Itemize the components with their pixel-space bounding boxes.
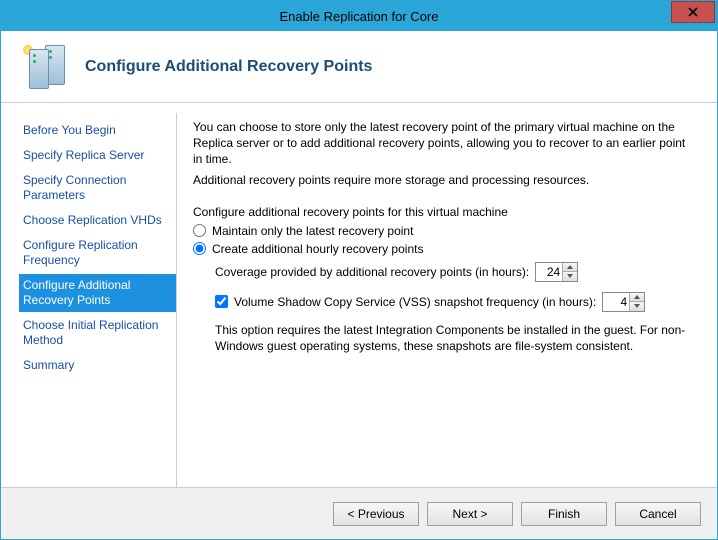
header-icon xyxy=(19,41,71,93)
subhead-text: Configure additional recovery points for… xyxy=(193,204,697,220)
window-title: Enable Replication for Core xyxy=(1,9,717,24)
radio-maintain-latest-input[interactable] xyxy=(193,224,206,237)
step-summary[interactable]: Summary xyxy=(19,354,176,377)
intro-text-1: You can choose to store only the latest … xyxy=(193,119,697,168)
radio-create-additional[interactable]: Create additional hourly recovery points xyxy=(193,242,697,256)
radio-maintain-latest[interactable]: Maintain only the latest recovery point xyxy=(193,224,697,238)
step-specify-replica-server[interactable]: Specify Replica Server xyxy=(19,144,176,167)
cancel-button[interactable]: Cancel xyxy=(615,502,701,526)
titlebar: Enable Replication for Core xyxy=(1,1,717,31)
radio-maintain-latest-label: Maintain only the latest recovery point xyxy=(212,224,413,238)
additional-options-group: Coverage provided by additional recovery… xyxy=(193,262,697,354)
wizard-footer: < Previous Next > Finish Cancel xyxy=(1,487,717,539)
coverage-input[interactable] xyxy=(536,263,562,281)
chevron-down-icon xyxy=(567,274,573,278)
wizard-header: Configure Additional Recovery Points xyxy=(1,31,717,103)
step-before-you-begin[interactable]: Before You Begin xyxy=(19,119,176,142)
step-configure-additional-recovery-points[interactable]: Configure Additional Recovery Points xyxy=(19,274,176,312)
chevron-up-icon xyxy=(634,295,640,299)
close-icon xyxy=(688,7,698,17)
vss-checkbox[interactable] xyxy=(215,295,228,308)
finish-button[interactable]: Finish xyxy=(521,502,607,526)
radio-create-additional-input[interactable] xyxy=(193,242,206,255)
vss-spin-up[interactable] xyxy=(630,293,644,302)
coverage-row: Coverage provided by additional recovery… xyxy=(215,262,697,282)
vss-input[interactable] xyxy=(603,293,629,311)
coverage-spin-down[interactable] xyxy=(563,272,577,281)
wizard-window: Enable Replication for Core Configure Ad… xyxy=(0,0,718,540)
wizard-content: You can choose to store only the latest … xyxy=(191,113,699,487)
coverage-label: Coverage provided by additional recovery… xyxy=(215,265,529,279)
vss-spinner[interactable] xyxy=(602,292,645,312)
radio-create-additional-label: Create additional hourly recovery points xyxy=(212,242,423,256)
page-title: Configure Additional Recovery Points xyxy=(85,58,372,76)
wizard-steps-sidebar: Before You Begin Specify Replica Server … xyxy=(19,113,177,487)
close-button[interactable] xyxy=(671,1,715,23)
vss-label: Volume Shadow Copy Service (VSS) snapsho… xyxy=(234,295,596,309)
coverage-spin-up[interactable] xyxy=(563,263,577,272)
vss-spin-down[interactable] xyxy=(630,302,644,311)
chevron-up-icon xyxy=(567,265,573,269)
step-choose-initial-replication-method[interactable]: Choose Initial Replication Method xyxy=(19,314,176,352)
step-choose-replication-vhds[interactable]: Choose Replication VHDs xyxy=(19,209,176,232)
chevron-down-icon xyxy=(634,304,640,308)
wizard-body: Before You Begin Specify Replica Server … xyxy=(1,103,717,487)
vss-note: This option requires the latest Integrat… xyxy=(215,322,697,354)
coverage-spinner[interactable] xyxy=(535,262,578,282)
next-button[interactable]: Next > xyxy=(427,502,513,526)
step-configure-replication-frequency[interactable]: Configure Replication Frequency xyxy=(19,234,176,272)
step-specify-connection-parameters[interactable]: Specify Connection Parameters xyxy=(19,169,176,207)
vss-row: Volume Shadow Copy Service (VSS) snapsho… xyxy=(215,292,697,312)
intro-text-2: Additional recovery points require more … xyxy=(193,172,697,188)
previous-button[interactable]: < Previous xyxy=(333,502,419,526)
